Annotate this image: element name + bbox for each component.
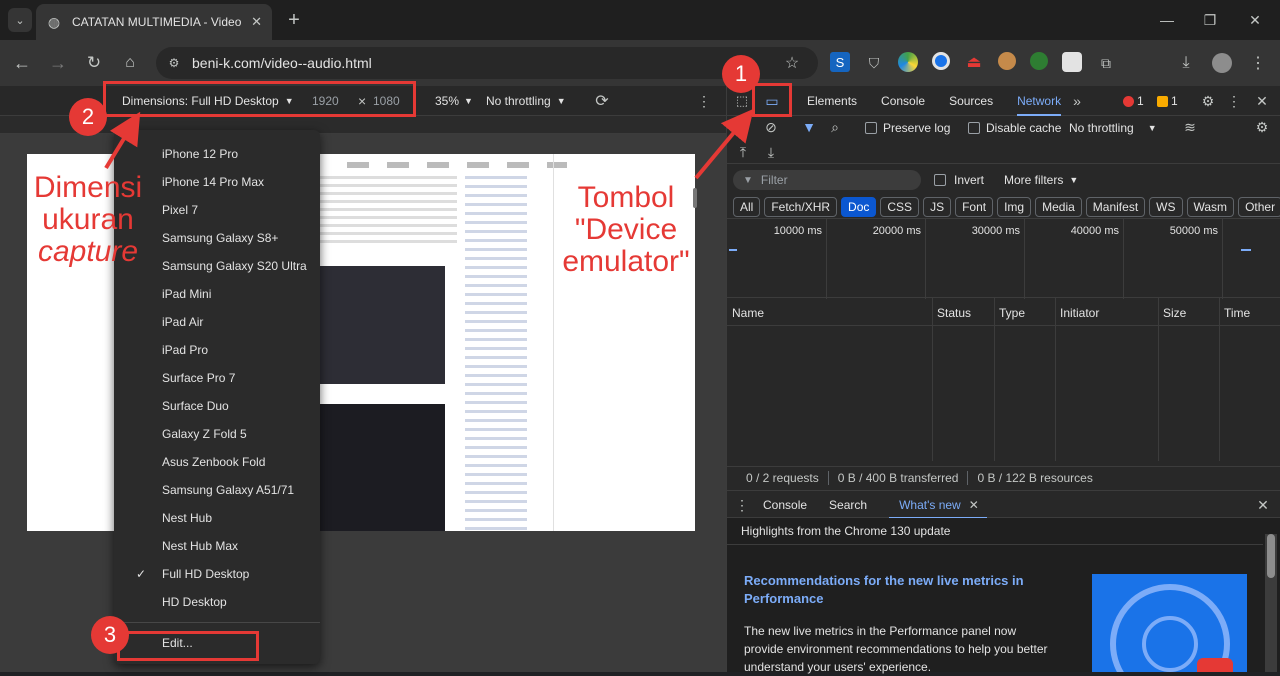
- annotation-arrow-2: [104, 111, 141, 170]
- annotation-arrows: [104, 108, 754, 180]
- annotation-arrow-1: [694, 108, 754, 180]
